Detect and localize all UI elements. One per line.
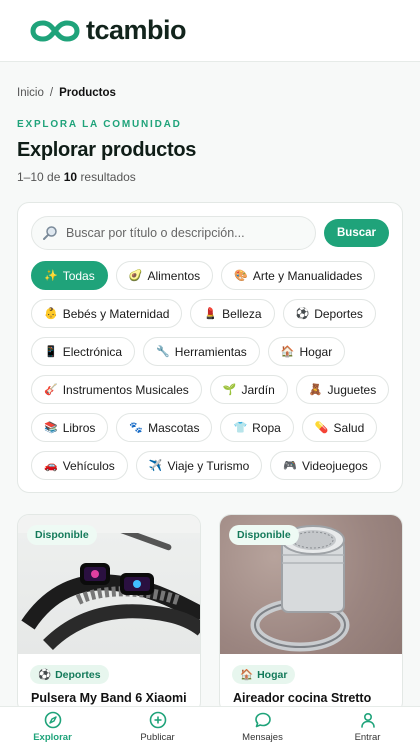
search-input[interactable]: [66, 226, 306, 240]
bottom-navigation: Explorar Publicar Mensajes Entrar: [0, 706, 420, 747]
category-emoji-icon: 💄: [203, 308, 218, 320]
category-chip-label: Instrumentos Musicales: [62, 382, 189, 397]
category-chip[interactable]: 🧸 Juguetes: [295, 375, 390, 404]
category-chip[interactable]: ⚽ Deportes: [282, 299, 376, 328]
section-kicker: EXPLORA LA COMUNIDAD: [17, 119, 182, 130]
category-emoji-icon: 🏠: [280, 346, 295, 358]
category-emoji-icon: 📚: [44, 422, 58, 434]
category-chip-label: Bebés y Maternidad: [62, 306, 170, 321]
chat-bubble-icon: [254, 712, 271, 728]
category-chip[interactable]: 🐾 Mascotas: [116, 413, 213, 442]
category-emoji-icon: 🥑: [128, 270, 143, 282]
product-title[interactable]: Pulsera My Band 6 Xiaomi: [31, 691, 187, 705]
category-chip-label: Belleza: [222, 306, 262, 321]
plus-circle-icon: [149, 711, 166, 729]
nav-publicar[interactable]: Publicar: [105, 707, 210, 747]
user-icon: [360, 712, 375, 728]
category-emoji-icon: 🧸: [308, 384, 323, 396]
compass-icon: [44, 711, 61, 729]
category-chip-label: Electrónica: [62, 344, 123, 359]
breadcrumb-home-link[interactable]: Inicio: [17, 87, 44, 99]
category-chip[interactable]: 🔧 Herramientas: [143, 337, 260, 366]
category-chip-label: Alimentos: [147, 268, 201, 283]
category-chip-label: Herramientas: [174, 344, 247, 359]
product-card[interactable]: Disponible ⚽ Deportes Pulsera My Band 6 …: [17, 514, 201, 714]
infinity-logo-icon: [30, 19, 80, 42]
category-tag: 🏠 Hogar: [232, 665, 296, 684]
category-emoji-icon: 💊: [314, 422, 329, 434]
category-emoji-icon: 👕: [233, 422, 248, 434]
category-chip[interactable]: 🌱 Jardín: [209, 375, 288, 404]
category-chip-label: Videojuegos: [301, 458, 368, 473]
category-chip-label: Salud: [333, 420, 365, 435]
category-chip-label: Hogar: [299, 344, 333, 359]
product-image: Disponible: [18, 515, 200, 654]
category-chip[interactable]: ✨ Todas: [31, 261, 108, 290]
category-chip[interactable]: 👕 Ropa: [220, 413, 294, 442]
category-chip[interactable]: 💄 Belleza: [190, 299, 275, 328]
category-chip[interactable]: 🎨 Arte y Manualidades: [221, 261, 376, 290]
category-chip-label: Viaje y Turismo: [167, 458, 250, 473]
nav-explorar[interactable]: Explorar: [0, 707, 105, 747]
category-chips: ✨ Todas 🥑 Alimentos 🎨 Arte y Manualidades 👶 Beb…: [31, 261, 392, 480]
category-chip-label: Jardín: [241, 382, 275, 397]
category-emoji-icon: ⚽: [295, 308, 310, 320]
category-emoji-icon: 👶: [44, 308, 58, 320]
category-emoji-icon: 🌱: [222, 384, 237, 396]
category-emoji-icon: 🎨: [234, 270, 248, 282]
breadcrumb-separator: /: [49, 87, 54, 99]
category-chip[interactable]: ✈️ Viaje y Turismo: [135, 451, 263, 480]
category-chip-label: Vehículos: [62, 458, 115, 473]
category-chip[interactable]: 🎸 Instrumentos Musicales: [31, 375, 202, 404]
category-chip-label: Todas: [62, 268, 95, 283]
top-bar: tcambio: [0, 0, 420, 62]
category-emoji-icon: ✈️: [148, 460, 163, 472]
search-box[interactable]: [31, 216, 316, 250]
category-chip[interactable]: 🥑 Alimentos: [115, 261, 214, 290]
nav-entrar[interactable]: Entrar: [315, 707, 420, 747]
brand-logo[interactable]: tcambio: [30, 15, 187, 46]
category-emoji-icon: 🎸: [44, 384, 58, 396]
filter-panel: Buscar ✨ Todas 🥑 Alimentos 🎨 Arte y Manualida…: [17, 202, 403, 493]
soccer-ball-icon: ⚽: [38, 669, 52, 681]
availability-badge: Disponible: [229, 525, 299, 545]
category-chip[interactable]: 👶 Bebés y Maternidad: [31, 299, 183, 328]
category-chip-label: Libros: [62, 420, 96, 435]
category-emoji-icon: ✨: [44, 270, 58, 282]
category-emoji-icon: 🚗: [44, 460, 58, 472]
category-emoji-icon: 🔧: [156, 346, 170, 358]
category-chip[interactable]: 💊 Salud: [301, 413, 378, 442]
category-emoji-icon: 🐾: [129, 422, 144, 434]
category-chip[interactable]: 📱 Electrónica: [31, 337, 136, 366]
page-title: Explorar productos: [17, 139, 197, 161]
category-chip-label: Mascotas: [148, 420, 200, 435]
availability-badge: Disponible: [27, 525, 97, 545]
category-chip-label: Deportes: [314, 306, 363, 321]
breadcrumb: Inicio / Productos: [17, 87, 116, 99]
house-icon: 🏠: [240, 669, 254, 681]
category-chip-label: Ropa: [252, 420, 281, 435]
search-icon: [43, 226, 57, 240]
category-chip[interactable]: 🚗 Vehículos: [31, 451, 128, 480]
brand-name: tcambio: [86, 15, 187, 45]
breadcrumb-current: Productos: [59, 87, 116, 99]
category-chip[interactable]: 📚 Libros: [31, 413, 109, 442]
product-title[interactable]: Aireador cocina Stretto: [233, 691, 371, 705]
product-card[interactable]: Disponible 🏠 Hogar Aireador cocina Stret…: [219, 514, 403, 714]
category-chip[interactable]: 🎮 Videojuegos: [270, 451, 381, 480]
category-emoji-icon: 📱: [44, 346, 58, 358]
category-emoji-icon: 🎮: [283, 460, 297, 472]
search-row: Buscar: [31, 216, 389, 250]
product-image: Disponible: [220, 515, 402, 654]
category-chip-label: Juguetes: [327, 382, 377, 397]
category-chip[interactable]: 🏠 Hogar: [267, 337, 346, 366]
category-chip-label: Arte y Manualidades: [252, 268, 363, 283]
category-tag: ⚽ Deportes: [30, 665, 109, 684]
nav-mensajes[interactable]: Mensajes: [210, 707, 315, 747]
results-count: 1–10 de 10 resultados: [17, 170, 136, 184]
search-button[interactable]: Buscar: [324, 219, 389, 247]
